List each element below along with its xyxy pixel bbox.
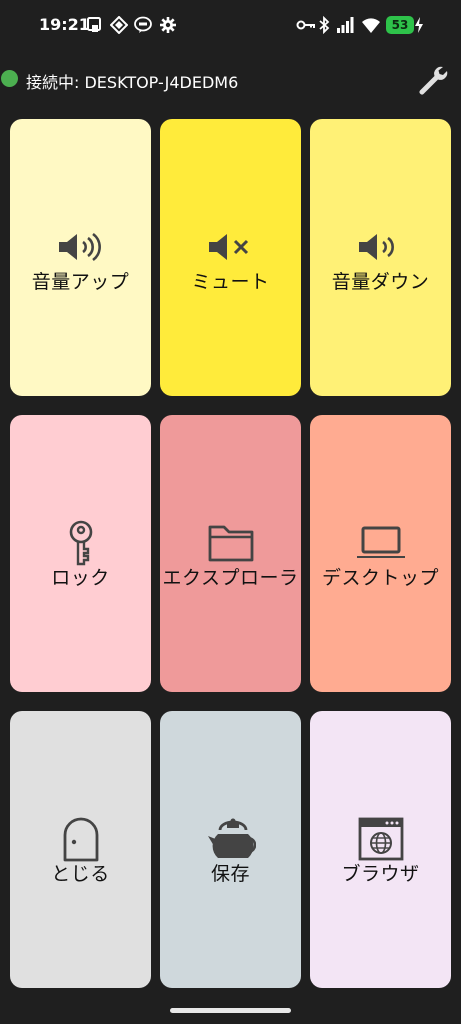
status-time: 19:21: [39, 15, 90, 34]
settings-gear-icon: [159, 16, 177, 34]
wifi-icon: [361, 16, 381, 34]
folder-icon: [160, 521, 301, 565]
key-icon: [296, 16, 316, 34]
kettle-icon: [160, 817, 301, 861]
volume-down-button[interactable]: 音量ダウン: [310, 119, 451, 396]
connection-header: 接続中: DESKTOP-J4DEDM6: [0, 60, 461, 100]
line-chat-icon: [134, 16, 152, 34]
bluetooth-icon: [318, 16, 330, 34]
volume-down-label: 音量ダウン: [331, 271, 430, 293]
key-icon: [10, 520, 151, 566]
save-label: 保存: [210, 863, 250, 885]
volume-down-icon: [310, 225, 451, 269]
mute-label: ミュート: [191, 271, 270, 293]
mute-icon: [160, 225, 301, 269]
app-diamond-icon: [110, 16, 128, 34]
browser-label: ブラウザ: [341, 863, 420, 885]
charging-bolt-icon: [414, 16, 424, 34]
save-button[interactable]: 保存: [160, 711, 301, 988]
volume-up-icon: [10, 225, 151, 269]
signal-icon: [336, 16, 354, 34]
connection-status-text: 接続中: DESKTOP-J4DEDM6: [26, 73, 239, 92]
battery-level: 53: [386, 16, 414, 34]
desktop-button[interactable]: デスクトップ: [310, 415, 451, 692]
volume-up-label: 音量アップ: [31, 271, 130, 293]
volume-up-button[interactable]: 音量アップ: [10, 119, 151, 396]
browser-button[interactable]: ブラウザ: [310, 711, 451, 988]
explorer-label: エクスプローラ: [162, 567, 299, 589]
desktop-label: デスクトップ: [321, 567, 439, 589]
wrench-icon[interactable]: [416, 64, 450, 98]
connection-status-dot: [1, 70, 18, 87]
lock-button[interactable]: ロック: [10, 415, 151, 692]
laptop-icon: [310, 521, 451, 565]
home-indicator[interactable]: [170, 1008, 291, 1013]
lock-label: ロック: [51, 567, 110, 589]
close-label: とじる: [51, 863, 110, 885]
status-bar: 19:21 53: [0, 0, 461, 52]
notification-card-icon: [86, 16, 104, 34]
explorer-button[interactable]: エクスプローラ: [160, 415, 301, 692]
browser-window-icon: [310, 817, 451, 861]
door-icon: [10, 817, 151, 862]
mute-button[interactable]: ミュート: [160, 119, 301, 396]
close-button[interactable]: とじる: [10, 711, 151, 988]
